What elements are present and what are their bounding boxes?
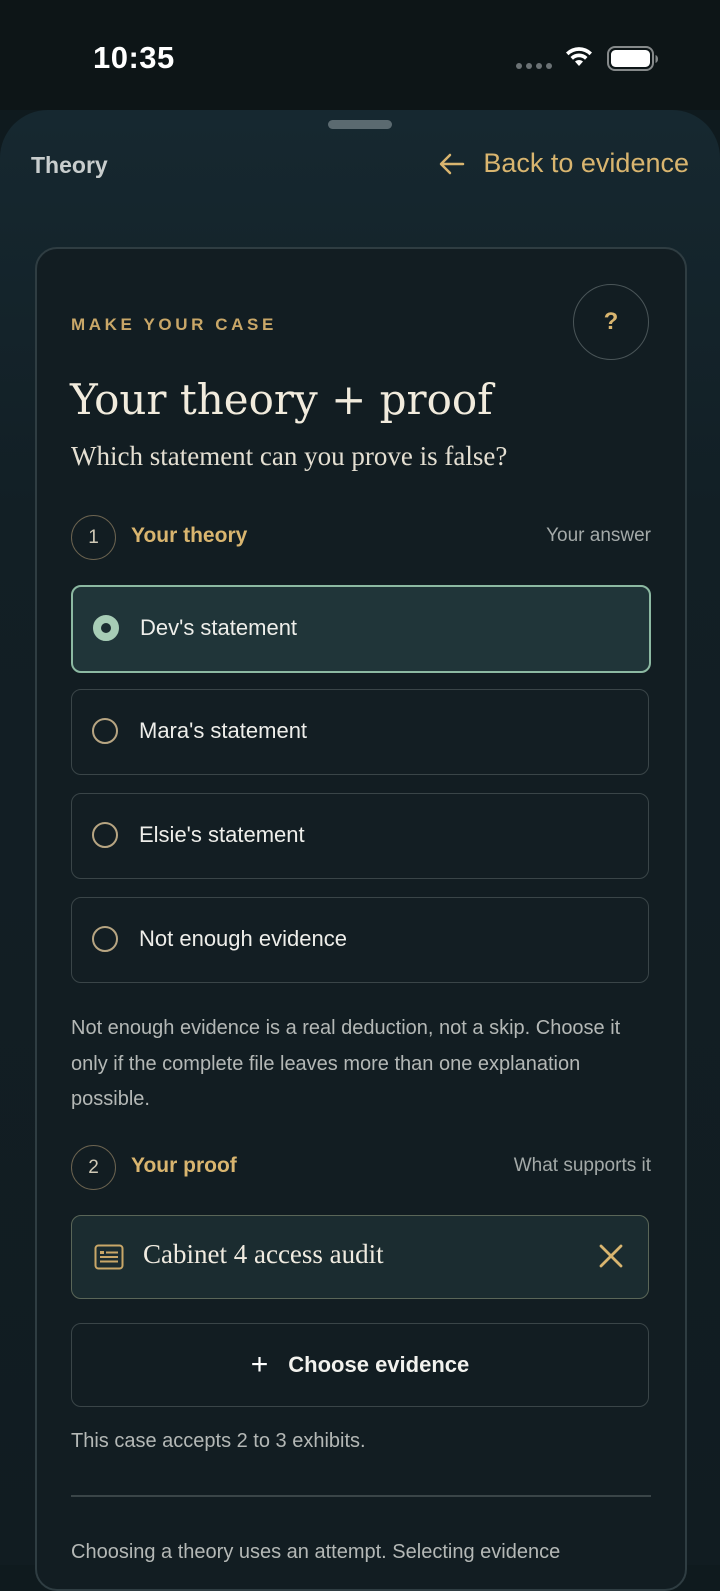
page-title: Your theory + proof: [70, 375, 493, 424]
option-not-enough-evidence[interactable]: Not enough evidence: [71, 897, 649, 983]
help-button[interactable]: ?: [573, 284, 649, 360]
help-icon: ?: [603, 308, 619, 335]
radio-icon: [92, 822, 118, 848]
plus-icon: +: [250, 1348, 269, 1381]
arrow-left-icon: [440, 153, 465, 174]
status-bar: 10:35: [0, 0, 720, 110]
sheet-grabber[interactable]: [328, 120, 392, 129]
option-devs-statement[interactable]: Dev's statement: [71, 585, 651, 673]
option-label: Dev's statement: [140, 615, 298, 640]
radio-icon: [92, 718, 118, 744]
option-maras-statement[interactable]: Mara's statement: [71, 689, 649, 775]
proof-step-header: 2 Your proof What supports it: [71, 1145, 651, 1191]
option-label: Mara's statement: [139, 718, 308, 743]
step-number-badge: 2: [71, 1145, 116, 1190]
attempt-warning: Choosing a theory uses an attempt. Selec…: [71, 1541, 561, 1563]
step-hint: What supports it: [513, 1155, 651, 1176]
back-button-label: Back to evidence: [483, 148, 689, 178]
option-label: Not enough evidence: [139, 926, 347, 951]
radio-icon: [92, 926, 118, 952]
divider: [71, 1495, 651, 1497]
option-elsies-statement[interactable]: Elsie's statement: [71, 793, 649, 879]
theory-sheet: Theory Back to evidence MAKE YOUR CASE ?…: [0, 110, 720, 1591]
status-time: 10:35: [93, 40, 175, 75]
choose-evidence-label: Choose evidence: [288, 1352, 470, 1377]
close-icon[interactable]: [598, 1243, 624, 1269]
make-your-case-card: MAKE YOUR CASE ? Your theory + proof Whi…: [35, 247, 687, 1591]
step-hint: Your answer: [546, 525, 651, 546]
evidence-label: Cabinet 4 access audit: [143, 1239, 384, 1269]
selected-evidence-chip[interactable]: Cabinet 4 access audit: [71, 1215, 649, 1299]
choose-evidence-button[interactable]: + Choose evidence: [71, 1323, 649, 1407]
radio-selected-icon: [93, 615, 119, 641]
deduction-note: Not enough evidence is a real deduction,…: [71, 1017, 621, 1110]
wifi-icon: [566, 47, 592, 66]
exhibit-limit-note: This case accepts 2 to 3 exhibits.: [71, 1430, 366, 1452]
option-label: Elsie's statement: [139, 822, 305, 847]
battery-icon: [607, 46, 658, 71]
document-icon: [94, 1244, 124, 1270]
eyebrow-label: MAKE YOUR CASE: [71, 315, 277, 334]
step-number-badge: 1: [71, 515, 116, 560]
sheet-title: Theory: [31, 152, 108, 178]
step-label: Your theory: [131, 524, 248, 547]
back-to-evidence-button[interactable]: Back to evidence: [439, 148, 689, 179]
question-text: Which statement can you prove is false?: [71, 441, 508, 471]
step-label: Your proof: [131, 1154, 237, 1177]
theory-step-header: 1 Your theory Your answer: [71, 515, 651, 561]
signal-dots-icon: [516, 63, 552, 69]
